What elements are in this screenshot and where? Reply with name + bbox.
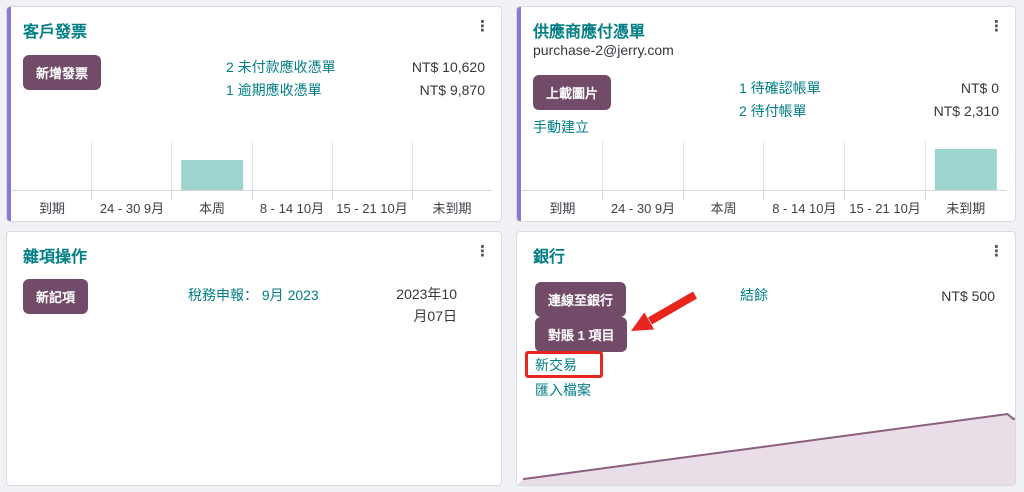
- upload-image-button[interactable]: 上載圖片: [533, 75, 612, 110]
- overdue-invoices-link[interactable]: 1 逾期應收憑單: [226, 79, 336, 102]
- bills-due-bar-chart: 到期 24 - 30 9月 本周 8 - 14 10月 15 - 21 10月 未到期: [522, 141, 1006, 221]
- chart-column: [171, 141, 251, 200]
- kebab-menu-icon[interactable]: ⋮: [475, 242, 490, 260]
- kebab-menu-icon[interactable]: ⋮: [989, 242, 1004, 260]
- manual-create-link[interactable]: 手動建立: [533, 117, 589, 137]
- axis-tick-label: 本周: [710, 201, 737, 216]
- card-title-customer-invoices[interactable]: 客戶發票: [23, 18, 87, 42]
- vendor-bills-card: 供應商應付憑單 ⋮ purchase-2@jerry.com 上載圖片 手動建立…: [516, 6, 1016, 222]
- customer-invoices-card: 客戶發票 ⋮ 新增發票 2 未付款應收憑單 1 逾期應收憑單 NT$ 10,62…: [6, 6, 502, 222]
- bills-to-validate-amount: NT$ 0: [960, 80, 999, 96]
- bar-chart-plot-area: [12, 141, 492, 200]
- axis-tick-label: 到期: [38, 201, 65, 216]
- unpaid-invoices-link[interactable]: 2 未付款應收憑單: [226, 56, 336, 79]
- bank-card: 銀行 ⋮ 連線至銀行 對賬 1 項目 新交易 匯入檔案 結餘 NT$ 500: [516, 231, 1016, 486]
- chart-column: [844, 141, 925, 200]
- axis-tick-label: 24 - 30 9月: [99, 201, 165, 216]
- new-entry-button[interactable]: 新記項: [23, 279, 89, 314]
- new-invoice-button[interactable]: 新增發票: [23, 55, 102, 90]
- purple-accent-bar: [7, 7, 11, 221]
- purple-accent-bar: [517, 7, 521, 221]
- bar-chart-plot-area: [522, 141, 1006, 200]
- import-file-link[interactable]: 匯入檔案: [535, 380, 591, 400]
- unpaid-invoices-amount: NT$ 10,620: [411, 59, 485, 75]
- tax-report-date: 2023年10 月07日: [396, 286, 457, 324]
- chart-column: [763, 141, 844, 200]
- chart-column: [682, 141, 764, 200]
- chart-column: [251, 141, 332, 200]
- vendor-bills-email: purchase-2@jerry.com: [533, 42, 674, 58]
- chart-column: [522, 141, 602, 190]
- chart-column: [925, 141, 1006, 200]
- card-title-bank[interactable]: 銀行: [533, 243, 565, 267]
- axis-tick-label: 未到期: [946, 201, 986, 216]
- card-title-vendor-bills[interactable]: 供應商應付憑單: [533, 18, 645, 42]
- axis-tick-label: 到期: [549, 201, 576, 216]
- card-title-misc-operations[interactable]: 雜項操作: [23, 243, 87, 267]
- balance-label[interactable]: 結餘: [740, 285, 768, 305]
- axis-tick-label: 24 - 30 9月: [610, 201, 676, 216]
- connect-bank-button[interactable]: 連線至銀行: [535, 282, 627, 317]
- bills-to-pay-amount: NT$ 2,310: [933, 103, 999, 119]
- invoices-due-bar-chart: 到期 24 - 30 9月 本周 8 - 14 10月 15 - 21 10月 未到期: [12, 141, 492, 221]
- kebab-menu-icon[interactable]: ⋮: [989, 17, 1004, 35]
- axis-tick-label: 8 - 14 10月: [772, 201, 837, 216]
- reconcile-items-button[interactable]: 對賬 1 項目: [535, 317, 628, 352]
- axis-tick-label: 8 - 14 10月: [259, 201, 325, 216]
- bills-to-pay-link[interactable]: 2 待付帳單: [739, 100, 821, 123]
- axis-tick-label: 15 - 21 10月: [336, 201, 408, 216]
- balance-amount: NT$ 500: [941, 288, 995, 304]
- new-transaction-link[interactable]: 新交易: [535, 355, 577, 375]
- axis-tick-label: 未到期: [432, 201, 472, 216]
- tax-report-link[interactable]: 稅務申報： 9月 2023: [188, 285, 319, 305]
- chart-column: [12, 141, 91, 190]
- axis-tick-label: 15 - 21 10月: [849, 201, 921, 216]
- chart-bar: [181, 160, 243, 190]
- misc-operations-card: 雜項操作 ⋮ 新記項 稅務申報： 9月 2023 2023年10 月07日: [6, 231, 502, 486]
- kebab-menu-icon[interactable]: ⋮: [475, 17, 490, 35]
- chart-column: [411, 141, 492, 200]
- chart-column: [91, 141, 171, 200]
- axis-tick-label: 本周: [198, 201, 225, 216]
- chart-column: [331, 141, 412, 200]
- bank-balance-area-chart: [517, 411, 1015, 485]
- bills-to-validate-link[interactable]: 1 待確認帳單: [739, 77, 821, 100]
- overdue-invoices-amount: NT$ 9,870: [419, 82, 485, 98]
- chart-column: [601, 141, 683, 200]
- annotation-arrow-icon: [631, 291, 698, 331]
- chart-bar: [934, 149, 998, 190]
